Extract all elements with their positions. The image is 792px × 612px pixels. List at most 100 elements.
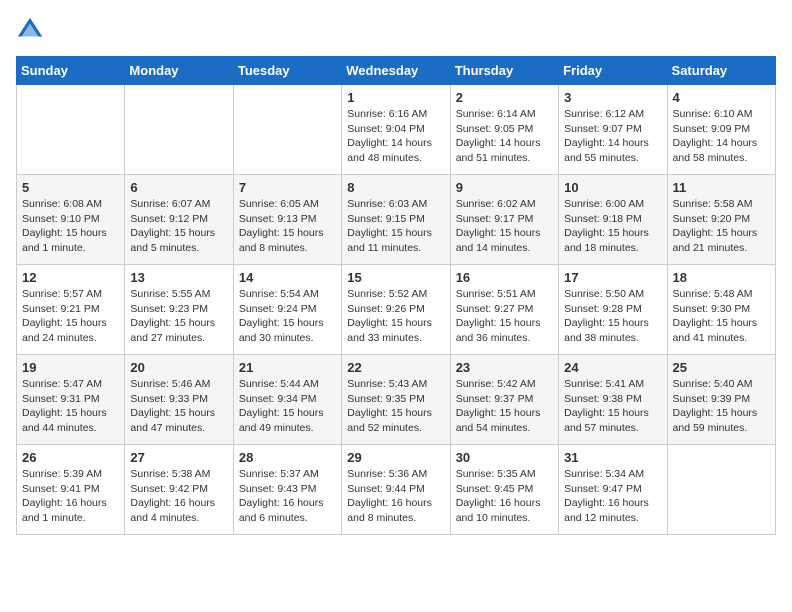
- day-info: Sunrise: 6:08 AM Sunset: 9:10 PM Dayligh…: [22, 197, 119, 256]
- day-info: Sunrise: 5:47 AM Sunset: 9:31 PM Dayligh…: [22, 377, 119, 436]
- day-number: 19: [22, 360, 119, 375]
- day-number: 3: [564, 90, 661, 105]
- day-number: 2: [456, 90, 553, 105]
- day-of-week-header: Monday: [125, 57, 233, 85]
- calendar-cell: 7Sunrise: 6:05 AM Sunset: 9:13 PM Daylig…: [233, 175, 341, 265]
- day-info: Sunrise: 5:58 AM Sunset: 9:20 PM Dayligh…: [673, 197, 770, 256]
- calendar-cell: 21Sunrise: 5:44 AM Sunset: 9:34 PM Dayli…: [233, 355, 341, 445]
- calendar-cell: 10 Sunrise: 6:00 AM Sunset: 9:18 PM Dayli…: [559, 175, 667, 265]
- day-info: Sunrise: 5:52 AM Sunset: 9:26 PM Dayligh…: [347, 287, 444, 346]
- logo-icon: [16, 16, 44, 44]
- day-info: Sunrise: 6:07 AM Sunset: 9:12 PM Dayligh…: [130, 197, 227, 256]
- calendar-week-row: 26 Sunrise: 5:39 AM Sunset: 9:41 PM Dayli…: [17, 445, 776, 535]
- calendar-week-row: 5 Sunrise: 6:08 AM Sunset: 9:10 PM Daylig…: [17, 175, 776, 265]
- day-number: 31: [564, 450, 661, 465]
- page-header: [16, 16, 776, 44]
- calendar-cell: 19 Sunrise: 5:47 AM Sunset: 9:31 PM Dayli…: [17, 355, 125, 445]
- day-info: Sunrise: 5:41 AM Sunset: 9:38 PM Dayligh…: [564, 377, 661, 436]
- day-number: 8: [347, 180, 444, 195]
- day-info: Sunrise: 6:16 AM Sunset: 9:04 PM Dayligh…: [347, 107, 444, 166]
- day-number: 12: [22, 270, 119, 285]
- day-number: 20: [130, 360, 227, 375]
- day-info: Sunrise: 6:02 AM Sunset: 9:17 PM Dayligh…: [456, 197, 553, 256]
- day-number: 28: [239, 450, 336, 465]
- calendar-cell: 6 Sunrise: 6:07 AM Sunset: 9:12 PM Daylig…: [125, 175, 233, 265]
- day-of-week-header: Friday: [559, 57, 667, 85]
- calendar-cell: [667, 445, 775, 535]
- day-of-week-header: Thursday: [450, 57, 558, 85]
- calendar-cell: 2 Sunrise: 6:14 AM Sunset: 9:05 PM Daylig…: [450, 85, 558, 175]
- day-number: 4: [673, 90, 770, 105]
- day-number: 9: [456, 180, 553, 195]
- calendar-cell: 12 Sunrise: 5:57 AM Sunset: 9:21 PM Dayli…: [17, 265, 125, 355]
- day-number: 30: [456, 450, 553, 465]
- day-info: Sunrise: 5:35 AM Sunset: 9:45 PM Dayligh…: [456, 467, 553, 526]
- calendar-cell: 16Sunrise: 5:51 AM Sunset: 9:27 PM Dayli…: [450, 265, 558, 355]
- day-number: 5: [22, 180, 119, 195]
- day-info: Sunrise: 5:54 AM Sunset: 9:24 PM Dayligh…: [239, 287, 336, 346]
- day-info: Sunrise: 5:38 AM Sunset: 9:42 PM Dayligh…: [130, 467, 227, 526]
- day-number: 14: [239, 270, 336, 285]
- day-number: 1: [347, 90, 444, 105]
- day-number: 10: [564, 180, 661, 195]
- day-info: Sunrise: 5:44 AM Sunset: 9:34 PM Dayligh…: [239, 377, 336, 436]
- calendar-header: SundayMondayTuesdayWednesdayThursdayFrid…: [17, 57, 776, 85]
- day-info: Sunrise: 5:43 AM Sunset: 9:35 PM Dayligh…: [347, 377, 444, 436]
- day-number: 22: [347, 360, 444, 375]
- day-number: 27: [130, 450, 227, 465]
- day-info: Sunrise: 5:37 AM Sunset: 9:43 PM Dayligh…: [239, 467, 336, 526]
- calendar-week-row: 1 Sunrise: 6:16 AM Sunset: 9:04 PM Daylig…: [17, 85, 776, 175]
- calendar-cell: [233, 85, 341, 175]
- day-of-week-header: Sunday: [17, 57, 125, 85]
- calendar-cell: 1 Sunrise: 6:16 AM Sunset: 9:04 PM Daylig…: [342, 85, 450, 175]
- day-info: Sunrise: 5:51 AM Sunset: 9:27 PM Dayligh…: [456, 287, 553, 346]
- day-info: Sunrise: 5:39 AM Sunset: 9:41 PM Dayligh…: [22, 467, 119, 526]
- day-number: 6: [130, 180, 227, 195]
- logo: [16, 16, 48, 44]
- day-info: Sunrise: 6:12 AM Sunset: 9:07 PM Dayligh…: [564, 107, 661, 166]
- day-info: Sunrise: 5:55 AM Sunset: 9:23 PM Dayligh…: [130, 287, 227, 346]
- calendar-cell: 5 Sunrise: 6:08 AM Sunset: 9:10 PM Daylig…: [17, 175, 125, 265]
- day-number: 23: [456, 360, 553, 375]
- day-info: Sunrise: 6:03 AM Sunset: 9:15 PM Dayligh…: [347, 197, 444, 256]
- calendar-cell: 15 Sunrise: 5:52 AM Sunset: 9:26 PM Dayli…: [342, 265, 450, 355]
- day-info: Sunrise: 5:46 AM Sunset: 9:33 PM Dayligh…: [130, 377, 227, 436]
- calendar-cell: 29 Sunrise: 5:36 AM Sunset: 9:44 PM Dayli…: [342, 445, 450, 535]
- calendar-cell: 22 Sunrise: 5:43 AM Sunset: 9:35 PM Dayli…: [342, 355, 450, 445]
- calendar-cell: 14 Sunrise: 5:54 AM Sunset: 9:24 PM Dayli…: [233, 265, 341, 355]
- calendar-cell: 13Sunrise: 5:55 AM Sunset: 9:23 PM Dayli…: [125, 265, 233, 355]
- calendar-cell: 20 Sunrise: 5:46 AM Sunset: 9:33 PM Dayli…: [125, 355, 233, 445]
- calendar-cell: [17, 85, 125, 175]
- calendar-cell: 17 Sunrise: 5:50 AM Sunset: 9:28 PM Dayli…: [559, 265, 667, 355]
- day-number: 26: [22, 450, 119, 465]
- day-info: Sunrise: 5:42 AM Sunset: 9:37 PM Dayligh…: [456, 377, 553, 436]
- day-info: Sunrise: 6:05 AM Sunset: 9:13 PM Dayligh…: [239, 197, 336, 256]
- calendar-cell: 28 Sunrise: 5:37 AM Sunset: 9:43 PM Dayli…: [233, 445, 341, 535]
- day-number: 17: [564, 270, 661, 285]
- calendar-cell: 26 Sunrise: 5:39 AM Sunset: 9:41 PM Dayli…: [17, 445, 125, 535]
- calendar-week-row: 19 Sunrise: 5:47 AM Sunset: 9:31 PM Dayli…: [17, 355, 776, 445]
- calendar-cell: 18Sunrise: 5:48 AM Sunset: 9:30 PM Dayli…: [667, 265, 775, 355]
- day-number: 15: [347, 270, 444, 285]
- header-row: SundayMondayTuesdayWednesdayThursdayFrid…: [17, 57, 776, 85]
- day-number: 29: [347, 450, 444, 465]
- day-info: Sunrise: 5:40 AM Sunset: 9:39 PM Dayligh…: [673, 377, 770, 436]
- calendar-cell: 31Sunrise: 5:34 AM Sunset: 9:47 PM Dayli…: [559, 445, 667, 535]
- calendar-cell: 25Sunrise: 5:40 AM Sunset: 9:39 PM Dayli…: [667, 355, 775, 445]
- day-info: Sunrise: 5:50 AM Sunset: 9:28 PM Dayligh…: [564, 287, 661, 346]
- calendar-cell: 27 Sunrise: 5:38 AM Sunset: 9:42 PM Dayli…: [125, 445, 233, 535]
- calendar-cell: [125, 85, 233, 175]
- day-number: 24: [564, 360, 661, 375]
- day-info: Sunrise: 6:00 AM Sunset: 9:18 PM Dayligh…: [564, 197, 661, 256]
- day-of-week-header: Tuesday: [233, 57, 341, 85]
- day-info: Sunrise: 6:10 AM Sunset: 9:09 PM Dayligh…: [673, 107, 770, 166]
- day-of-week-header: Wednesday: [342, 57, 450, 85]
- day-of-week-header: Saturday: [667, 57, 775, 85]
- day-info: Sunrise: 5:36 AM Sunset: 9:44 PM Dayligh…: [347, 467, 444, 526]
- day-info: Sunrise: 6:14 AM Sunset: 9:05 PM Dayligh…: [456, 107, 553, 166]
- calendar-body: 1 Sunrise: 6:16 AM Sunset: 9:04 PM Daylig…: [17, 85, 776, 535]
- day-info: Sunrise: 5:57 AM Sunset: 9:21 PM Dayligh…: [22, 287, 119, 346]
- calendar-cell: 9 Sunrise: 6:02 AM Sunset: 9:17 PM Daylig…: [450, 175, 558, 265]
- calendar-cell: 30 Sunrise: 5:35 AM Sunset: 9:45 PM Dayli…: [450, 445, 558, 535]
- calendar-cell: 24 Sunrise: 5:41 AM Sunset: 9:38 PM Dayli…: [559, 355, 667, 445]
